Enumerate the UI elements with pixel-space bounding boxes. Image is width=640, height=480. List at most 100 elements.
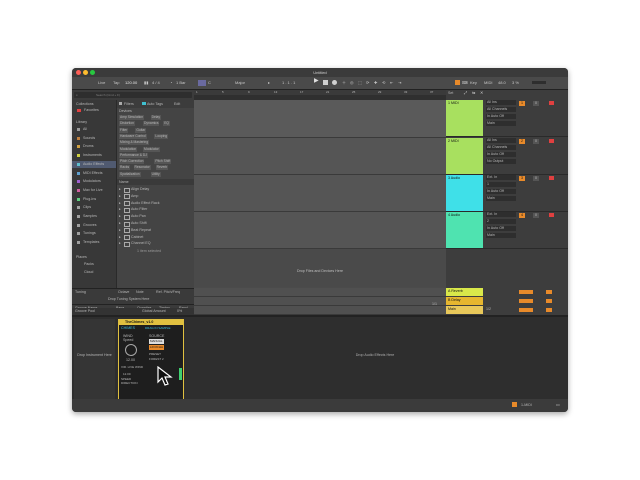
track-lane-2-midi[interactable] (194, 138, 446, 175)
return-solo[interactable] (546, 299, 552, 303)
main-value[interactable]: 1/2 (486, 307, 491, 312)
midi-map-button[interactable]: MIDI (484, 80, 492, 85)
device-list-item[interactable]: ▸ Cabinet (117, 234, 194, 241)
track-header[interactable]: 4 Audio Ext. In 2 In Auto Off Main 4 0 (446, 212, 568, 249)
tag-chip[interactable]: Pitch Shift (154, 159, 172, 165)
tag-chip[interactable]: Reverb (155, 165, 169, 171)
library-item[interactable]: Drums (72, 143, 116, 150)
tap-button[interactable]: Tap (113, 80, 119, 85)
places-item-cloud[interactable]: Cloud (84, 270, 93, 275)
tag-chip[interactable]: EQ (163, 121, 170, 127)
re-enable-automation-icon[interactable]: ⬚ (358, 80, 362, 85)
library-item[interactable]: Clips (72, 204, 116, 211)
drop-zone-lane[interactable] (194, 249, 446, 287)
return-solo[interactable] (546, 290, 552, 294)
return-activator[interactable] (519, 308, 533, 312)
global-amount-value[interactable]: 0% (177, 309, 182, 314)
track-header[interactable]: 2 MIDI All Ins All Channels In Auto Off No O… (446, 138, 568, 175)
track-lane-1-midi[interactable] (194, 100, 446, 138)
capture-midi-icon[interactable]: ⟳ (366, 80, 369, 85)
track-io-field[interactable]: In Auto Off (486, 189, 516, 194)
track-io-field[interactable]: All Channels (486, 107, 516, 112)
collapse-icon[interactable]: ⇆ (472, 90, 475, 95)
track-number-button[interactable]: 1 (519, 101, 525, 106)
delete-icon[interactable]: ✕ (480, 90, 483, 95)
library-item[interactable]: MIDI Effects (72, 170, 116, 177)
library-item[interactable]: Max for Live (72, 187, 116, 194)
track-io-field[interactable]: All Channels (486, 145, 516, 150)
track-header[interactable]: 1 MIDI All Ins All Channels In Auto Off Main… (446, 100, 568, 137)
tag-chip[interactable]: Hardware Control (119, 133, 147, 139)
key-scale-icon[interactable] (198, 80, 206, 86)
track-lane-4-audio[interactable] (194, 212, 446, 249)
filters-toggle[interactable]: Filters (124, 102, 134, 107)
tag-chip[interactable]: Distortion (119, 121, 135, 127)
library-item[interactable]: All (72, 126, 116, 133)
tag-chip[interactable]: Guitar (135, 127, 147, 133)
track-volume[interactable]: 0 (533, 176, 539, 181)
return-color-strip[interactable]: Main (446, 306, 483, 314)
song-position-field[interactable]: 1 . 1 . 1 (282, 80, 295, 85)
tag-chip[interactable]: Delay (150, 115, 162, 120)
track-header[interactable]: 3 Audio Ext. In 1 In Auto Off Main 3 0 (446, 175, 568, 212)
library-item[interactable]: Samples (72, 213, 116, 220)
library-item[interactable]: Sounds (72, 135, 116, 142)
track-number-button[interactable]: 3 (519, 176, 525, 181)
tag-chip[interactable]: Utility (150, 171, 161, 177)
tag-chip[interactable]: Spatialization (119, 171, 141, 177)
overdub-icon[interactable]: ＋ (342, 80, 346, 85)
track-color-strip[interactable]: 4 Audio (446, 212, 483, 248)
expand-arrow-icon[interactable]: ▸ (119, 228, 121, 233)
favorites-item[interactable]: Favorites (84, 108, 99, 113)
library-item[interactable]: Templates (72, 239, 116, 246)
preset-value[interactable]: FOREST 2 (149, 357, 164, 362)
library-item[interactable]: Instruments (72, 152, 116, 159)
panel-toggle-icon[interactable]: ▭ (556, 402, 560, 407)
return-solo[interactable] (546, 308, 552, 312)
edit-button[interactable]: Edit (174, 102, 180, 107)
time-signature-field[interactable]: 4 / 4 (152, 80, 160, 85)
stop-button[interactable] (323, 80, 328, 85)
track-color-strip[interactable]: 1 MIDI (446, 100, 483, 136)
tag-chip[interactable]: Modulation (119, 146, 138, 152)
track-color-strip[interactable]: 3 Audio (446, 175, 483, 211)
live-wind-row[interactable]: VIR. LIVE WIND (121, 365, 143, 370)
tag-chip[interactable]: Amp Simulation (119, 115, 145, 120)
selected-track-label[interactable]: 1-MIDI (521, 403, 532, 408)
punch-in-icon[interactable]: ⇤ (390, 80, 393, 85)
tag-chip[interactable]: Mixing & Mastering (119, 140, 150, 146)
track-io-field[interactable]: 2 (486, 219, 516, 224)
tag-chip[interactable]: Racks (119, 165, 131, 171)
library-item[interactable]: Modulators (72, 178, 116, 185)
instrument-drop-zone[interactable]: Drop Instrument Here (74, 319, 115, 399)
key-map-button[interactable]: Key (470, 80, 477, 85)
track-io-field[interactable]: Main (486, 233, 516, 238)
quantization-field[interactable]: 1 Bar (176, 80, 186, 85)
library-item[interactable]: Audio Effects (72, 160, 116, 168)
record-arm-button[interactable] (549, 139, 554, 143)
tag-chip[interactable]: Dynamics (143, 121, 160, 127)
source-lfo-option[interactable]: LFO/CHA (149, 345, 165, 350)
device-list-item[interactable]: ▸ Audio Effect Rack (117, 200, 194, 207)
metronome-dots-icon[interactable]: ▮▮ (144, 80, 148, 85)
track-io-field[interactable]: All Ins (486, 100, 516, 105)
track-io-field[interactable]: No Output (486, 159, 516, 164)
record-arm-button[interactable] (549, 101, 554, 105)
track-lane-3-audio[interactable] (194, 175, 446, 212)
track-volume[interactable]: 0 (533, 213, 539, 218)
tag-chip[interactable]: Performance & DJ (119, 152, 148, 158)
speed-knob[interactable] (125, 344, 137, 356)
source-manual-option[interactable]: MANUAL (149, 339, 164, 344)
scale-field[interactable]: Major (235, 80, 245, 85)
expand-arrow-icon[interactable]: ▸ (119, 207, 121, 212)
return-track-header[interactable]: A Reverb (446, 288, 568, 296)
library-item[interactable]: Tunings (72, 230, 116, 237)
expand-arrow-icon[interactable]: ▸ (119, 241, 121, 246)
automation-arm-icon[interactable]: ◎ (350, 80, 354, 85)
tag-chip[interactable]: Modulator (143, 146, 160, 152)
record-arm-button[interactable] (549, 213, 554, 217)
tuning-drop-zone[interactable]: Drop Tuning System Here (108, 297, 149, 302)
device-chimes[interactable]: TheChimes_v1.0 CHIMES DRAG IN SAMPLE WIN… (118, 319, 184, 401)
link-button[interactable]: Live (98, 80, 105, 85)
expand-arrow-icon[interactable]: ▸ (119, 221, 121, 226)
